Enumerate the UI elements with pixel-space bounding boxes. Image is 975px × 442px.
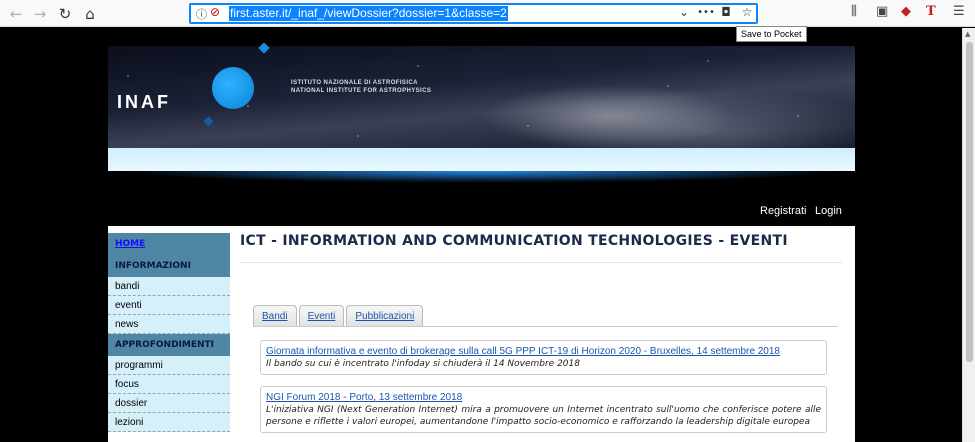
institute-name: ISTITUTO NAZIONALE DI ASTROFISICA NATION… bbox=[291, 79, 431, 95]
sidebar-section-approfondimenti: APPROFONDIMENTI bbox=[108, 334, 230, 356]
pocket-tooltip: Save to Pocket bbox=[736, 26, 807, 42]
register-link[interactable]: Registrati bbox=[760, 205, 806, 217]
chevron-down-icon[interactable]: ⌄ bbox=[675, 5, 693, 19]
sidebar-item-lezioni[interactable]: lezioni bbox=[108, 413, 230, 432]
tabs-divider bbox=[253, 326, 838, 327]
event-title-link[interactable]: NGI Forum 2018 - Porto, 13 settembre 201… bbox=[266, 391, 821, 404]
institute-name-it: ISTITUTO NAZIONALE DI ASTROFISICA bbox=[291, 80, 418, 86]
tracking-protection-icon[interactable]: ⊘ bbox=[210, 5, 220, 19]
sidebar-section-informazioni: INFORMAZIONI bbox=[108, 255, 230, 277]
hamburger-menu-icon[interactable]: ☰ bbox=[953, 4, 965, 19]
inaf-logo[interactable]: INAF bbox=[117, 92, 171, 113]
scroll-up-icon[interactable]: ▲ bbox=[965, 30, 970, 38]
login-link[interactable]: Login bbox=[815, 205, 842, 217]
banner-strip bbox=[108, 148, 855, 171]
sidebar-icon[interactable]: ▣ bbox=[876, 4, 888, 19]
vertical-scrollbar[interactable]: ▲ bbox=[962, 28, 975, 442]
pocket-icon[interactable]: ◘ bbox=[717, 5, 735, 19]
star-icon[interactable]: ☆ bbox=[738, 5, 756, 19]
event-card: NGI Forum 2018 - Porto, 13 settembre 201… bbox=[260, 386, 827, 433]
main-content: ICT - INFORMATION AND COMMUNICATION TECH… bbox=[240, 233, 842, 433]
scrollbar-thumb[interactable] bbox=[966, 42, 973, 362]
sidebar-item-focus[interactable]: focus bbox=[108, 375, 230, 394]
sidebar: HOME INFORMAZIONI bandi eventi news APPR… bbox=[108, 233, 230, 432]
tab-bar: Bandi Eventi Pubblicazioni bbox=[253, 305, 424, 326]
tab-eventi[interactable]: Eventi bbox=[298, 305, 345, 326]
event-description: L'iniziativa NGI (Next Generation Intern… bbox=[266, 405, 821, 427]
extension-icon[interactable]: ◆ bbox=[901, 4, 911, 19]
back-icon[interactable]: ← bbox=[5, 3, 27, 25]
browser-toolbar: ← → ↻ ⌂ ⓘ ⊘ first.aster.it/_inaf_/viewDo… bbox=[0, 0, 975, 27]
event-title-link[interactable]: Giornata informativa e evento di brokera… bbox=[266, 345, 821, 358]
library-icon[interactable]: ⫼ bbox=[851, 4, 857, 19]
forward-icon[interactable]: → bbox=[29, 3, 51, 25]
banner-glow bbox=[120, 171, 840, 183]
sidebar-item-news[interactable]: news bbox=[108, 315, 230, 334]
sidebar-item-bandi[interactable]: bandi bbox=[108, 277, 230, 296]
t-extension-icon[interactable]: T bbox=[926, 4, 936, 19]
info-icon[interactable]: ⓘ bbox=[196, 6, 207, 22]
page-viewport: INAF ISTITUTO NAZIONALE DI ASTROFISICA N… bbox=[0, 28, 962, 442]
event-card: Giornata informativa e evento di brokera… bbox=[260, 340, 827, 375]
tab-bandi[interactable]: Bandi bbox=[253, 305, 297, 326]
reload-icon[interactable]: ↻ bbox=[54, 3, 76, 25]
sidebar-item-dossier[interactable]: dossier bbox=[108, 394, 230, 413]
more-icon[interactable]: ••• bbox=[697, 7, 715, 18]
institute-name-en: NATIONAL INSTITUTE FOR ASTROPHYSICS bbox=[291, 88, 432, 94]
home-icon[interactable]: ⌂ bbox=[79, 3, 101, 25]
content-area: HOME INFORMAZIONI bandi eventi news APPR… bbox=[108, 226, 855, 442]
sidebar-item-programmi[interactable]: programmi bbox=[108, 356, 230, 375]
sidebar-home-link[interactable]: HOME bbox=[108, 233, 230, 255]
page-title: ICT - INFORMATION AND COMMUNICATION TECH… bbox=[240, 233, 842, 263]
tab-pubblicazioni[interactable]: Pubblicazioni bbox=[346, 305, 424, 326]
url-text[interactable]: first.aster.it/_inaf_/viewDossier?dossie… bbox=[229, 6, 508, 21]
sidebar-item-eventi[interactable]: eventi bbox=[108, 296, 230, 315]
url-bar[interactable]: ⓘ ⊘ first.aster.it/_inaf_/viewDossier?do… bbox=[189, 3, 758, 24]
header-banner: INAF ISTITUTO NAZIONALE DI ASTROFISICA N… bbox=[108, 42, 855, 148]
inaf-logo-circle bbox=[212, 67, 254, 109]
event-description: Il bando su cui è incentrato l'infoday s… bbox=[266, 359, 580, 369]
